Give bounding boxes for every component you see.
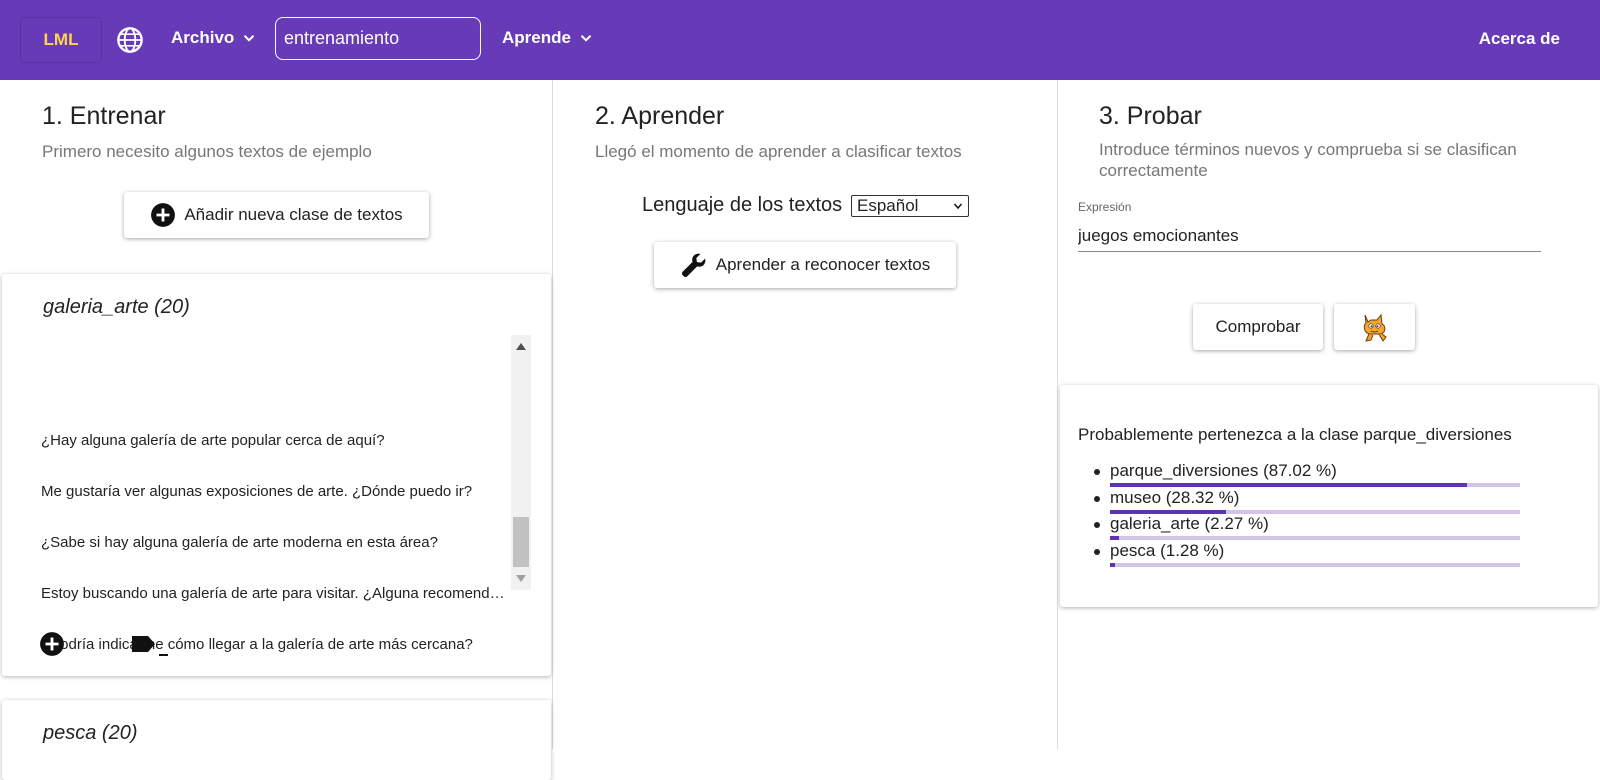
list-item[interactable]: ¿Hay alguna galería de arte popular cerc… <box>41 415 511 466</box>
chevron-down-icon <box>953 203 963 210</box>
example-list: ¿Hay alguna galería de arte popular cerc… <box>41 415 511 670</box>
aprende-menu[interactable]: Aprende <box>502 28 595 48</box>
train-column: 1. Entrenar Primero necesito algunos tex… <box>0 80 553 780</box>
list-item[interactable]: Estoy buscando una galería de arte para … <box>41 568 511 619</box>
check-button-label: Comprobar <box>1215 317 1301 336</box>
scrollbar-thumb[interactable] <box>513 517 529 567</box>
scroll-up-icon[interactable] <box>516 343 526 350</box>
scratch-button[interactable] <box>1334 304 1415 350</box>
train-title: 1. Entrenar <box>42 102 166 130</box>
class-card: pesca (20) <box>2 700 551 780</box>
confidence-bar <box>1110 562 1520 567</box>
learn-title: 2. Aprender <box>595 102 725 130</box>
archivo-menu[interactable]: Archivo <box>171 28 258 48</box>
list-scrollbar[interactable] <box>511 335 531 590</box>
wrench-icon <box>681 253 706 278</box>
result-item: pesca (1.28 %) <box>1094 540 1540 567</box>
add-class-button[interactable]: Añadir nueva clase de textos <box>124 192 429 238</box>
language-label: Lenguaje de los textos <box>642 194 843 216</box>
expression-input[interactable] <box>1078 220 1541 252</box>
chevron-down-icon <box>580 35 592 42</box>
bullet-icon <box>1094 495 1100 502</box>
result-item: parque_diversiones (87.02 %) <box>1094 460 1540 487</box>
train-subtitle: Primero necesito algunos textos de ejemp… <box>42 142 372 161</box>
add-example-icon[interactable] <box>39 631 65 657</box>
learn-button[interactable]: Aprender a reconocer textos <box>654 242 956 288</box>
result-label: galeria_arte (2.27 %) <box>1110 514 1269 533</box>
test-title: 3. Probar <box>1099 102 1202 130</box>
class-card-title: galeria_arte (20) <box>43 296 190 318</box>
list-item[interactable]: Me gustaría ver algunas exposiciones de … <box>41 466 511 517</box>
result-label: parque_diversiones (87.02 %) <box>1110 461 1337 480</box>
chevron-down-icon <box>244 35 255 42</box>
scratch-cat-icon <box>1363 313 1387 342</box>
bullet-icon <box>1094 548 1100 555</box>
top-navigation-bar: LML Archivo Aprende Acerca de <box>0 0 1600 80</box>
label-icon[interactable] <box>131 633 171 657</box>
expression-label: Expresión <box>1078 200 1132 214</box>
logo-button[interactable]: LML <box>20 17 102 63</box>
scroll-down-icon[interactable] <box>516 575 526 582</box>
bullet-icon <box>1094 469 1100 475</box>
globe-icon[interactable] <box>116 26 144 54</box>
result-item: museo (28.32 %) <box>1094 487 1540 514</box>
result-label: pesca (1.28 %) <box>1110 540 1225 560</box>
check-button[interactable]: Comprobar <box>1193 304 1323 350</box>
learn-subtitle: Llegó el momento de aprender a clasifica… <box>595 142 962 161</box>
aprende-menu-label: Aprende <box>502 28 571 47</box>
bullet-icon <box>1094 522 1100 528</box>
test-column: 3. Probar Introduce términos nuevos y co… <box>1058 80 1600 749</box>
result-heading: Probablemente pertenezca a la clase parq… <box>1078 425 1512 444</box>
about-link[interactable]: Acerca de <box>1479 29 1560 49</box>
confidence-bar-fill <box>1110 562 1116 567</box>
list-item[interactable]: ¿Sabe si hay alguna galería de arte mode… <box>41 517 511 568</box>
list-item[interactable]: ¿Podría indicarme cómo llegar a la galer… <box>41 619 511 670</box>
language-select[interactable]: Español <box>851 195 969 217</box>
class-card-title: pesca (20) <box>43 722 138 744</box>
result-label: museo (28.32 %) <box>1110 487 1240 507</box>
learn-column: 2. Aprender Llegó el momento de aprender… <box>553 80 1058 749</box>
learn-button-label: Aprender a reconocer textos <box>715 255 931 274</box>
result-item: galeria_arte (2.27 %) <box>1094 513 1540 540</box>
search-input[interactable] <box>275 17 481 60</box>
test-subtitle: Introduce términos nuevos y comprueba si… <box>1099 140 1517 180</box>
archivo-menu-label: Archivo <box>171 28 235 47</box>
add-class-label: Añadir nueva clase de textos <box>184 205 403 224</box>
result-list: parque_diversiones (87.02 %) museo (28.3… <box>1094 460 1540 567</box>
language-select-value: Español <box>857 196 919 215</box>
add-circle-icon <box>151 203 176 227</box>
